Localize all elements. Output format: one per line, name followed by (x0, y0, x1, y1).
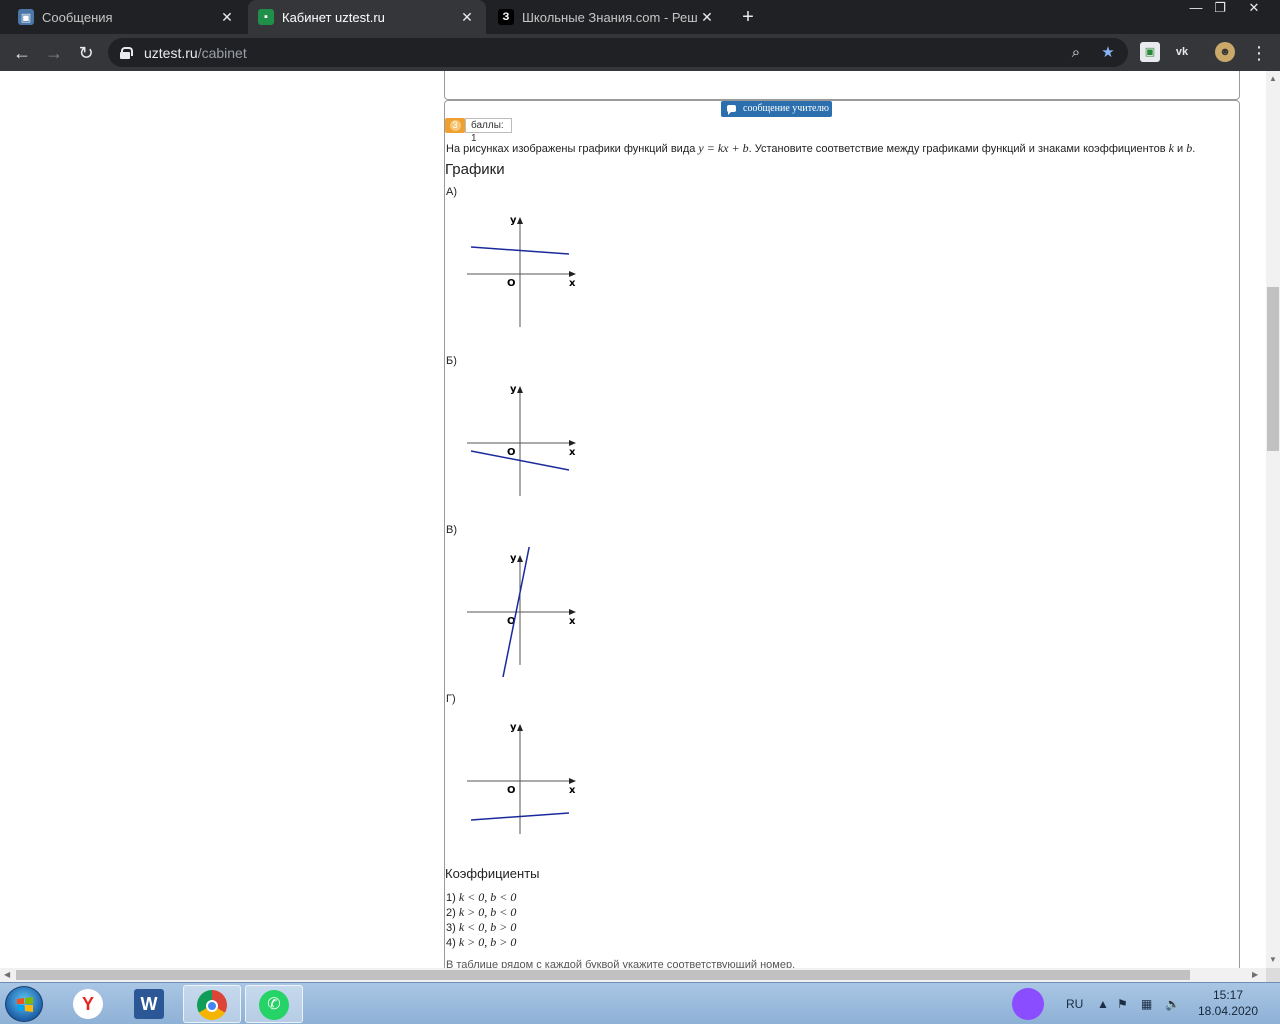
action-center-flag-icon[interactable]: ⚑ (1117, 983, 1128, 1025)
coefficients-heading: Коэффициенты (445, 866, 540, 881)
origin-label: O (507, 278, 516, 289)
close-tab-icon[interactable]: ✕ (458, 9, 476, 26)
forward-icon[interactable]: → (41, 40, 67, 66)
minimize-icon[interactable]: — (1184, 0, 1208, 18)
graph-label-a: А) (446, 186, 457, 198)
question-number-badge: 3 (445, 118, 465, 133)
start-button[interactable] (5, 986, 43, 1022)
previous-question-box (444, 71, 1240, 100)
coefficient-item: 3) k < 0, b > 0 (446, 920, 517, 934)
alice-assistant-icon[interactable] (1012, 983, 1044, 1025)
show-hidden-icons-icon[interactable]: ▲ (1097, 983, 1109, 1025)
axis-x-label: x (569, 278, 576, 289)
menu-icon[interactable]: ⋮ (1246, 40, 1272, 66)
message-icon (727, 105, 736, 115)
yandex-browser-app[interactable]: Y (60, 985, 118, 1023)
close-window-icon[interactable]: ✕ (1242, 0, 1266, 18)
scroll-right-icon[interactable]: ▶ (1252, 970, 1258, 979)
star-icon[interactable]: ★ (1098, 43, 1118, 63)
word-icon: W (134, 989, 164, 1019)
yandex-icon: Y (73, 989, 103, 1019)
graph-label-v: В) (446, 524, 457, 536)
origin-label: O (507, 785, 516, 796)
origin-label: O (507, 447, 516, 458)
url-path: /cabinet (197, 44, 247, 61)
reload-icon[interactable]: ↻ (73, 40, 99, 66)
message-teacher-button[interactable]: сообщение учителю (721, 101, 832, 117)
tab-strip: ▣ Сообщения ✕ ▪ Кабинет uztest.ru ✕ З Шк… (0, 0, 1280, 34)
vk-extension-icon[interactable]: vk (1172, 42, 1192, 62)
axis-y-label: y (510, 722, 517, 733)
whatsapp-app[interactable]: ✆ (245, 985, 303, 1023)
address-bar[interactable]: uztest.ru/cabinet ⌕ ★ (108, 38, 1128, 67)
chrome-icon (197, 990, 227, 1020)
tab-messages[interactable]: ▣ Сообщения ✕ (8, 0, 246, 34)
browser-toolbar: ← → ↻ uztest.ru/cabinet ⌕ ★ ▣ vk ☻ ⋮ (0, 34, 1280, 71)
graph-a: y x O (467, 215, 576, 327)
volume-icon[interactable]: 🔈 (1165, 983, 1180, 1025)
formula: y = kx + b (698, 141, 749, 155)
restore-icon[interactable]: ❐ (1208, 0, 1232, 18)
score-label: баллы: 1 (465, 118, 512, 144)
extension-icon[interactable]: ▣ (1140, 42, 1160, 62)
message-button-label: сообщение учителю (743, 103, 829, 114)
graphs-heading: Графики (445, 161, 505, 178)
windows-logo-icon (17, 997, 33, 1012)
tab-title: Сообщения (42, 9, 113, 25)
scroll-down-icon[interactable]: ▼ (1269, 955, 1277, 964)
new-tab-button[interactable]: + (738, 6, 758, 28)
graph-v: y x O (467, 547, 576, 677)
scrollbar-corner (1266, 968, 1280, 982)
instruction-text: В таблице рядом с каждой буквой укажите … (446, 959, 796, 968)
scroll-left-icon[interactable]: ◀ (4, 970, 10, 979)
axis-y-label: y (510, 215, 517, 226)
vk-messages-icon: ▣ (18, 9, 34, 25)
tab-title: Кабинет uztest.ru (282, 9, 385, 25)
page-viewport: сообщение учителю 3 баллы: 1 На рисунках… (0, 71, 1266, 968)
zoom-icon[interactable]: ⌕ (1066, 43, 1086, 63)
axis-x-label: x (569, 616, 576, 627)
znania-icon: З (498, 9, 514, 25)
axis-x-label: x (569, 447, 576, 458)
close-tab-icon[interactable]: ✕ (698, 9, 716, 26)
clock-date: 18.04.2020 (1197, 1004, 1259, 1018)
graph-b: y x O (467, 384, 576, 496)
coefficient-item: 1) k < 0, b < 0 (446, 890, 517, 904)
tab-title: Школьные Знания.com - Решае (522, 9, 698, 25)
network-icon[interactable]: ▦ (1141, 983, 1152, 1025)
lock-icon (120, 46, 133, 59)
vertical-scroll-thumb[interactable] (1267, 287, 1279, 451)
question-prompt: На рисунках изображены графики функций в… (446, 141, 1196, 155)
uztest-icon: ▪ (258, 9, 274, 25)
graph-label-b: Б) (446, 355, 457, 367)
whatsapp-icon: ✆ (259, 990, 289, 1020)
back-icon[interactable]: ← (9, 40, 35, 66)
tab-znania[interactable]: З Школьные Знания.com - Решае ✕ (488, 0, 726, 34)
tab-uztest[interactable]: ▪ Кабинет uztest.ru ✕ (248, 0, 486, 34)
coefficient-item: 4) k > 0, b > 0 (446, 935, 517, 949)
taskbar: Y W ✆ RU ▲ ⚑ ▦ 🔈 15:17 18.04.2020 (0, 982, 1280, 1024)
scroll-up-icon[interactable]: ▲ (1269, 74, 1277, 83)
url-host: uztest.ru (144, 44, 198, 61)
chrome-app[interactable] (183, 985, 241, 1023)
vertical-scrollbar[interactable] (1266, 71, 1280, 968)
close-tab-icon[interactable]: ✕ (218, 9, 236, 26)
axis-y-label: y (510, 553, 517, 564)
clock-time: 15:17 (1212, 988, 1244, 1002)
language-indicator[interactable]: RU (1066, 983, 1083, 1025)
coefficient-item: 2) k > 0, b < 0 (446, 905, 517, 919)
axis-x-label: x (569, 785, 576, 796)
system-clock[interactable]: 15:17 18.04.2020 (1192, 987, 1264, 1019)
axis-y-label: y (510, 384, 517, 395)
graph-g: y x O (467, 722, 576, 834)
profile-avatar[interactable]: ☻ (1215, 42, 1235, 62)
horizontal-scroll-thumb[interactable] (16, 970, 1190, 980)
graph-label-g: Г) (446, 693, 456, 705)
word-app[interactable]: W (121, 985, 179, 1023)
